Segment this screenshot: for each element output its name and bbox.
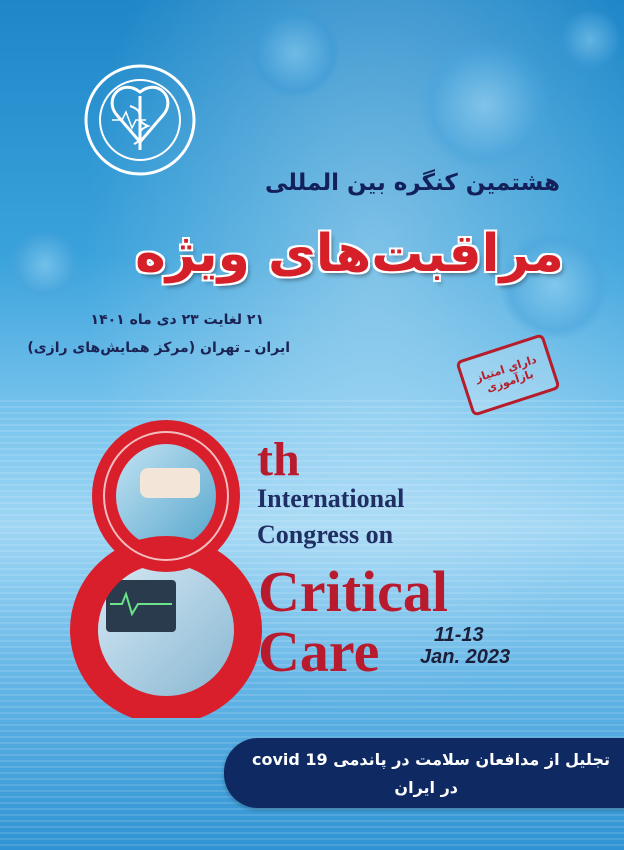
congress-poster: هشتمین کنگره بین المللی مراقبت‌های ویژه … bbox=[0, 0, 624, 850]
english-title-line-1: International bbox=[257, 484, 405, 513]
banner-line-2: در ایران bbox=[394, 778, 458, 797]
virus-icon bbox=[560, 10, 620, 70]
tribute-banner: تجلیل از مدافعان سلامت در پاندمی covid 1… bbox=[224, 738, 624, 808]
english-title-line-2: Congress on bbox=[257, 520, 394, 549]
english-date-month-year: Jan. 2023 bbox=[420, 646, 511, 668]
virus-icon bbox=[420, 40, 550, 170]
ordinal-suffix: th bbox=[257, 433, 300, 486]
society-logo bbox=[84, 64, 196, 176]
virus-icon bbox=[250, 8, 340, 98]
banner-line-1: تجلیل از مدافعان سلامت در پاندمی covid 1… bbox=[252, 750, 610, 769]
virus-icon bbox=[10, 230, 80, 300]
english-date-range: 11-13 bbox=[434, 624, 484, 646]
english-title-line-4: Care bbox=[258, 619, 380, 684]
english-title-line-3: Critical bbox=[258, 559, 449, 624]
congress-venue: ایران ـ تهران (مرکز همایش‌های رازی) bbox=[27, 340, 290, 356]
congress-title: مراقبت‌های ویژه bbox=[135, 224, 564, 284]
congress-subtitle: هشتمین کنگره بین المللی bbox=[264, 170, 560, 196]
english-dates: 11-13 Jan. 2023 bbox=[420, 624, 510, 668]
congress-date: ۲۱ لغایت ۲۳ دی ماه ۱۴۰۱ bbox=[90, 312, 264, 328]
eight-graphic bbox=[70, 420, 262, 718]
